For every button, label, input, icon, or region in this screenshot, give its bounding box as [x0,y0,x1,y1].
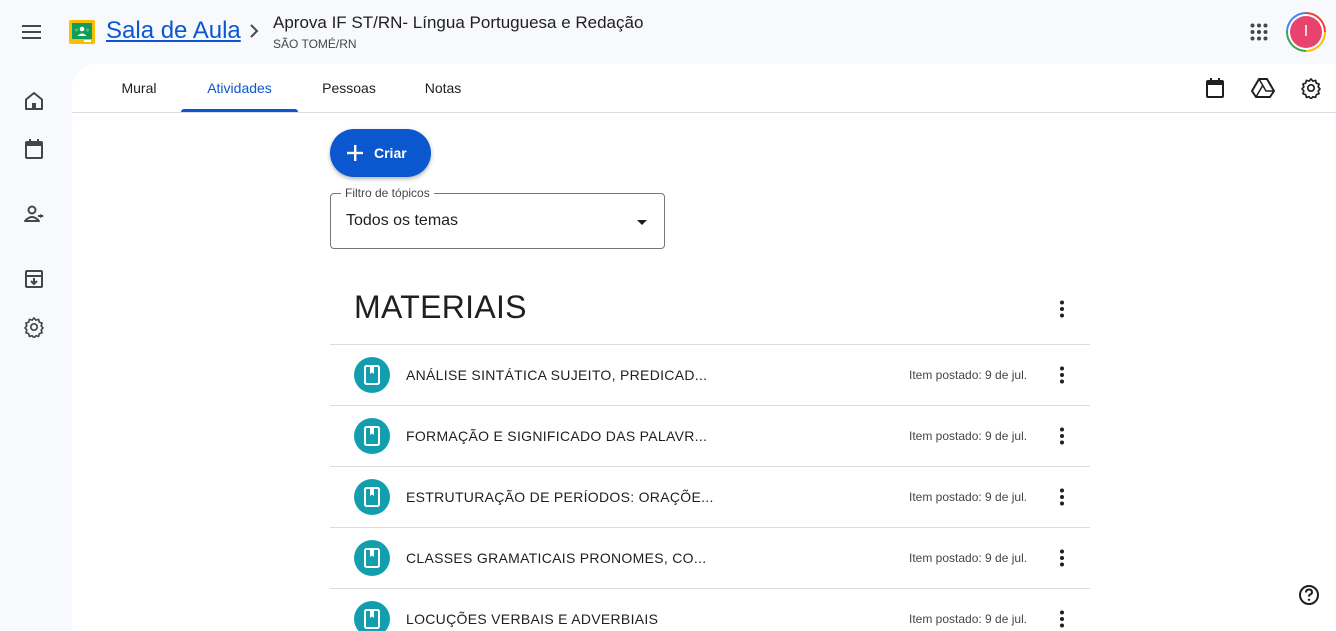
item-more-options-button[interactable] [1044,418,1080,454]
google-calendar-button[interactable] [1197,70,1233,106]
more-vert-icon [1060,488,1064,506]
tab-label: Pessoas [322,80,376,96]
material-icon-badge [354,418,390,454]
rail-home-button[interactable] [16,83,52,119]
book-icon [364,365,380,385]
tab-pessoas[interactable]: Pessoas [306,64,392,112]
home-icon [25,92,43,110]
item-title[interactable]: FORMAÇÃO E SIGNIFICADO DAS PALAVR... [406,428,707,444]
item-date: Item postado: 9 de jul. [909,368,1028,382]
book-icon [364,487,380,507]
help-icon [1299,585,1319,605]
tab-label: Atividades [207,80,272,96]
topic-filter-select[interactable]: Filtro de tópicos Todos os temas [330,186,665,249]
app-name-link[interactable]: Sala de Aula [106,17,241,45]
settings-icon [24,317,44,338]
list-item[interactable]: CLASSES GRAMATICAIS PRONOMES, CO... Item… [330,528,1090,589]
menu-icon [22,25,41,39]
section-more-options-button[interactable] [1044,291,1080,327]
item-title[interactable]: LOCUÇÕES VERBAIS E ADVERBIAIS [406,611,658,627]
settings-icon [1301,78,1321,99]
archive-icon [25,270,43,288]
material-icon-badge [354,601,390,631]
tab-mural[interactable]: Mural [105,64,173,112]
tab-atividades[interactable]: Atividades [181,64,298,112]
item-date: Item postado: 9 de jul. [909,490,1028,504]
item-more-options-button[interactable] [1044,479,1080,515]
list-item[interactable]: ANÁLISE SINTÁTICA SUJEITO, PREDICAD... I… [330,345,1090,406]
dropdown-arrow-icon [637,220,647,225]
book-icon [364,548,380,568]
avatar: I [1288,14,1324,50]
course-title[interactable]: Aprova IF ST/RN- Língua Portuguesa e Red… [273,13,643,33]
list-item[interactable]: FORMAÇÃO E SIGNIFICADO DAS PALAVR... Ite… [330,406,1090,467]
item-more-options-button[interactable] [1044,540,1080,576]
main-panel: Mural Atividades Pessoas Notas Criar Fil… [72,64,1336,631]
calendar-icon [25,139,43,159]
item-title[interactable]: ESTRUTURAÇÃO DE PERÍODOS: ORAÇÕE... [406,489,714,505]
drive-icon [1251,78,1275,98]
create-button-label: Criar [374,145,407,161]
rail-people-button[interactable] [16,196,52,232]
apps-grid-icon [1250,23,1268,41]
item-date: Item postado: 9 de jul. [909,551,1028,565]
item-title[interactable]: CLASSES GRAMATICAIS PRONOMES, CO... [406,550,706,566]
app-header: Sala de Aula Aprova IF ST/RN- Língua Por… [0,0,1336,64]
drive-folder-button[interactable] [1245,70,1281,106]
list-item[interactable]: ESTRUTURAÇÃO DE PERÍODOS: ORAÇÕE... Item… [330,467,1090,528]
rail-settings-button[interactable] [16,309,52,345]
plus-icon [347,145,363,161]
tab-notas[interactable]: Notas [412,64,474,112]
book-icon [364,426,380,446]
rail-archive-button[interactable] [16,261,52,297]
calendar-icon [1206,78,1224,98]
material-icon-badge [354,357,390,393]
material-icon-badge [354,540,390,576]
more-vert-icon [1060,300,1064,318]
help-button[interactable] [1291,577,1327,613]
people-icon [24,205,44,222]
more-vert-icon [1060,366,1064,384]
tab-label: Mural [121,80,157,96]
topic-filter-label: Filtro de tópicos [341,186,434,200]
create-button[interactable]: Criar [330,129,431,177]
chevron-right-icon [250,24,259,38]
list-item[interactable]: LOCUÇÕES VERBAIS E ADVERBIAIS Item posta… [330,589,1090,631]
tab-label: Notas [424,80,462,96]
more-vert-icon [1060,549,1064,567]
course-subtitle: SÃO TOMÉ/RN [273,37,357,51]
section-title: MATERIAIS [354,289,527,325]
account-avatar-button[interactable]: I [1286,12,1326,52]
material-icon-badge [354,479,390,515]
more-vert-icon [1060,427,1064,445]
book-icon [364,609,380,629]
main-menu-button[interactable] [14,14,50,50]
classroom-logo[interactable] [69,20,95,44]
item-date: Item postado: 9 de jul. [909,429,1028,443]
more-vert-icon [1060,610,1064,628]
item-title[interactable]: ANÁLISE SINTÁTICA SUJEITO, PREDICAD... [406,367,707,383]
topic-filter-value: Todos os temas [346,212,459,229]
item-more-options-button[interactable] [1044,357,1080,393]
class-settings-button[interactable] [1293,70,1329,106]
rail-calendar-button[interactable] [16,131,52,167]
google-apps-button[interactable] [1241,14,1277,50]
item-more-options-button[interactable] [1044,601,1080,631]
active-tab-indicator [181,109,298,112]
tab-bar: Mural Atividades Pessoas Notas [72,64,1336,113]
item-date: Item postado: 9 de jul. [909,612,1028,626]
avatar-letter: I [1290,16,1322,48]
